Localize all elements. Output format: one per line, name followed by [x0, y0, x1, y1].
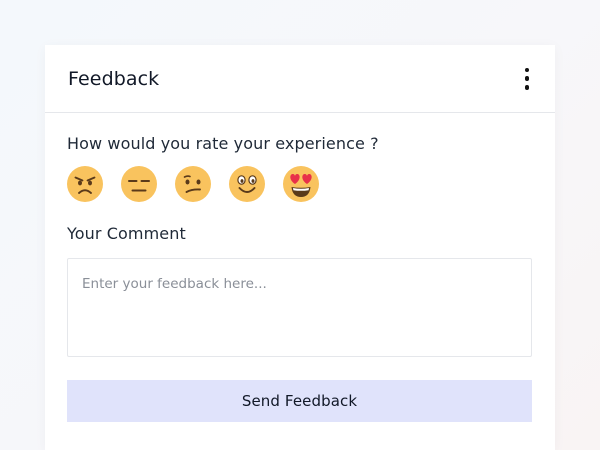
angry-face-icon[interactable]: [67, 166, 103, 202]
expressionless-face-icon[interactable]: [121, 166, 157, 202]
card-body: How would you rate your experience ? You…: [45, 134, 555, 422]
comment-label: Your Comment: [67, 224, 186, 243]
feedback-textarea[interactable]: [67, 258, 532, 357]
rating-options: [67, 166, 533, 202]
menu-dot: [524, 76, 530, 81]
send-feedback-button[interactable]: Send Feedback: [67, 380, 532, 422]
menu-dot: [524, 67, 530, 72]
card-title: Feedback: [68, 67, 160, 90]
slightly-smiling-face-icon[interactable]: [229, 166, 265, 202]
card-header: Feedback: [45, 45, 555, 113]
feedback-card: Feedback How would you rate your experie…: [45, 45, 555, 450]
heart-eyes-face-icon[interactable]: [283, 166, 319, 202]
more-vertical-icon[interactable]: [515, 65, 539, 93]
confused-face-icon[interactable]: [175, 166, 211, 202]
rating-question: How would you rate your experience ?: [67, 134, 379, 153]
menu-dot: [524, 85, 530, 90]
